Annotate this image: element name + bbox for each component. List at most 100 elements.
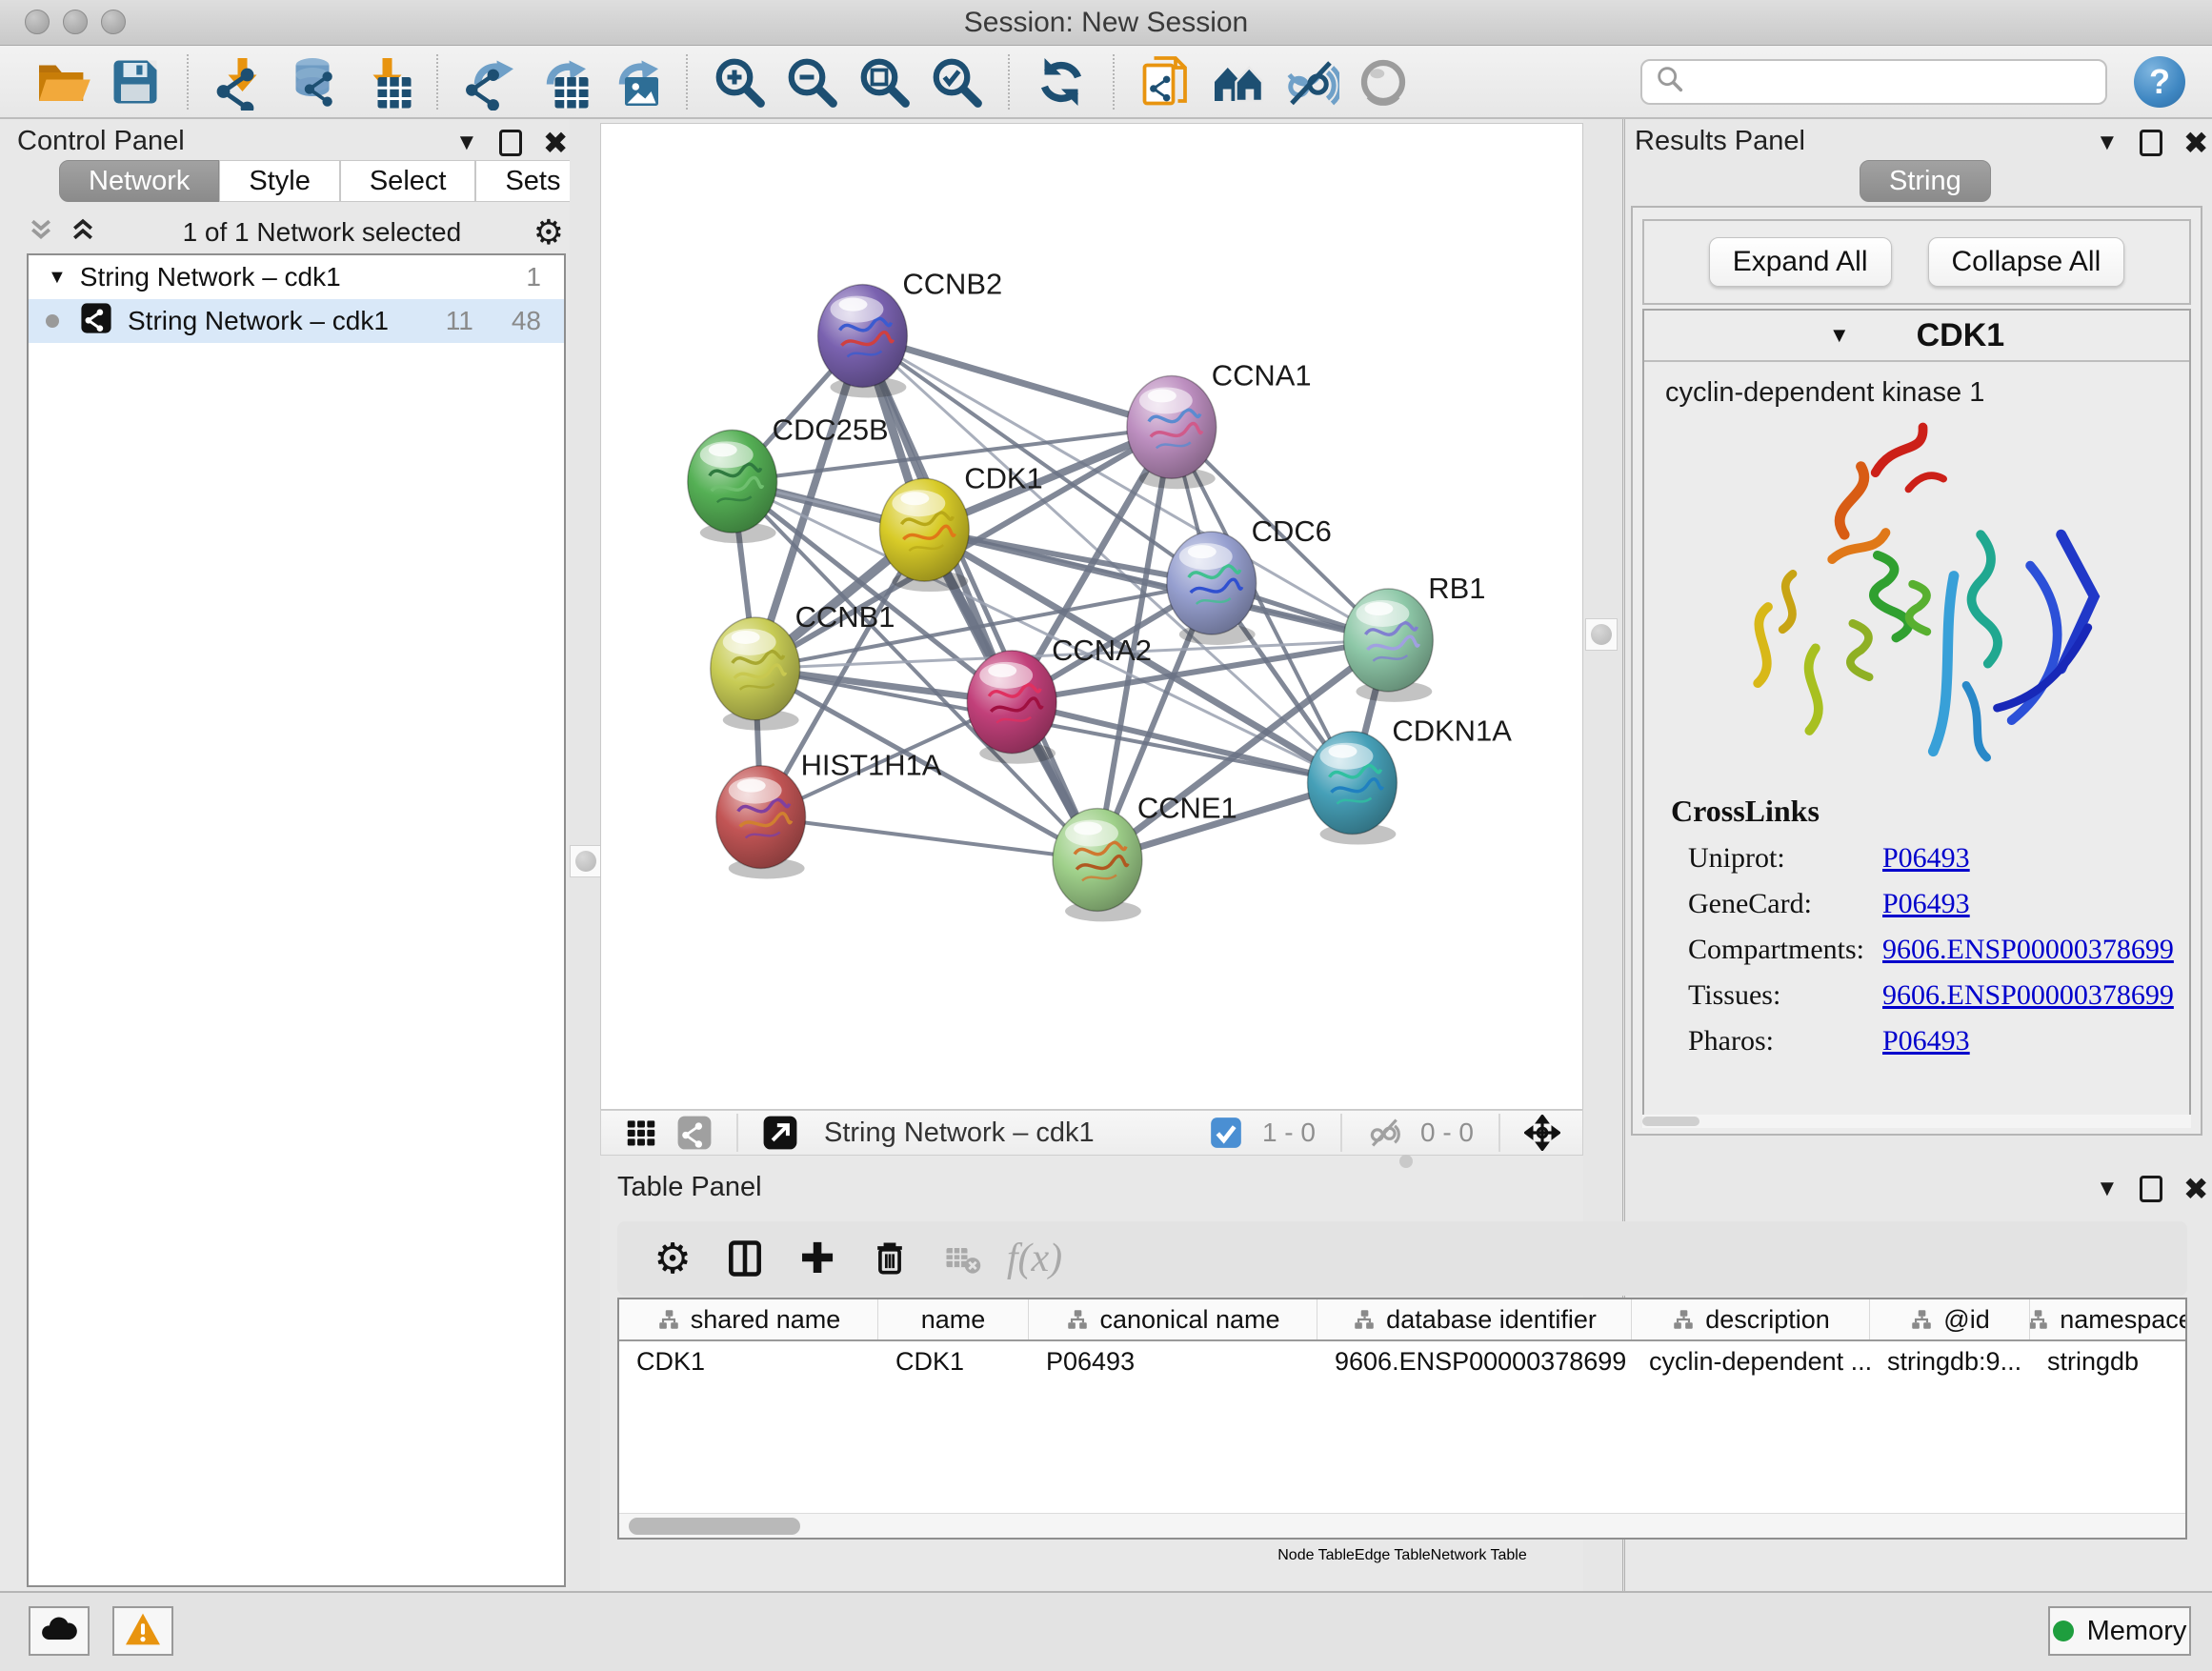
network-tree-child-row[interactable]: String Network – cdk1 11 48	[29, 299, 564, 343]
gene-collapse-icon[interactable]: ▼	[1829, 323, 1850, 348]
column-header-canonicalname[interactable]: canonical name	[1029, 1299, 1317, 1339]
results-panel-collapse-icon[interactable]: ▼	[2096, 131, 2119, 154]
search-input[interactable]	[1686, 67, 2094, 97]
column-header-databaseidentifier[interactable]: database identifier	[1317, 1299, 1632, 1339]
grid-view-icon[interactable]	[622, 1114, 660, 1152]
open-folder-icon[interactable]	[32, 51, 93, 112]
horizontal-splitter-handle[interactable]	[1393, 1157, 1419, 1168]
zoom-selected-icon[interactable]	[926, 51, 987, 112]
selected-checkbox-icon[interactable]	[1207, 1114, 1245, 1152]
cloud-status-button[interactable]	[29, 1606, 90, 1656]
column-header-namespace[interactable]: namespace	[2030, 1299, 2187, 1339]
crosslink-link[interactable]: P06493	[1882, 842, 1970, 875]
tab-edge-table[interactable]: Edge Table	[1355, 1547, 1431, 1564]
control-panel-collapse-icon[interactable]: ▼	[455, 131, 478, 154]
function-builder-icon: f(x)	[1010, 1234, 1059, 1283]
zoom-out-icon[interactable]	[781, 51, 842, 112]
node-CDC6[interactable]	[1167, 532, 1257, 645]
import-table-icon[interactable]	[354, 51, 415, 112]
help-button[interactable]: ?	[2134, 56, 2185, 108]
node-CDKN1A[interactable]	[1308, 732, 1398, 845]
zoom-in-icon[interactable]	[709, 51, 770, 112]
tree-collapse-icon[interactable]: ▼	[48, 267, 67, 289]
network-options-gear-icon[interactable]: ⚙	[533, 212, 564, 252]
table-cell[interactable]: CDK1	[619, 1341, 878, 1383]
tab-string[interactable]: String	[1860, 160, 1991, 202]
crosslink-link[interactable]: P06493	[1882, 1025, 1970, 1057]
table-row[interactable]: CDK1CDK1P064939606.ENSP00000378699cyclin…	[619, 1341, 2185, 1383]
table-settings-gear-icon[interactable]: ⚙	[648, 1234, 697, 1283]
network-tree-root-row[interactable]: ▼ String Network – cdk1 1	[29, 255, 564, 299]
control-panel-close-icon[interactable]: ✖	[543, 128, 569, 158]
table-cell[interactable]: stringdb:9...	[1870, 1341, 2030, 1383]
table-cell[interactable]: CDK1	[878, 1341, 1029, 1383]
column-header-name[interactable]: name	[878, 1299, 1029, 1339]
expand-all-networks-icon[interactable]	[69, 215, 97, 251]
delete-column-icon[interactable]	[865, 1234, 915, 1283]
table-cell[interactable]: P06493	[1029, 1341, 1317, 1383]
string-home-icon[interactable]	[1208, 51, 1269, 112]
table-panel-close-icon[interactable]: ✖	[2183, 1174, 2209, 1204]
import-network-icon[interactable]	[210, 51, 271, 112]
expand-all-button[interactable]: Expand All	[1709, 237, 1892, 287]
save-icon[interactable]	[105, 51, 166, 112]
right-splitter-handle[interactable]	[1585, 618, 1618, 651]
open-in-new-window-icon[interactable]	[761, 1114, 799, 1152]
zoom-fit-icon[interactable]	[854, 51, 915, 112]
crosslink-link[interactable]: P06493	[1882, 888, 1970, 920]
table-panel-float-icon[interactable]	[2140, 1176, 2162, 1202]
collapse-all-button[interactable]: Collapse All	[1928, 237, 2125, 287]
network-graph[interactable]: CCNB2CCNA1CDC25BCDK1CDC6RB1CCNB1CCNA2CDK…	[601, 124, 1582, 1109]
node-CCNB1[interactable]	[711, 617, 800, 731]
edge-HIST1H1A-CCNE1[interactable]	[761, 817, 1097, 860]
node-CCNB2[interactable]	[818, 285, 908, 398]
network-view-canvas[interactable]: CCNB2CCNA1CDC25BCDK1CDC6RB1CCNB1CCNA2CDK…	[600, 123, 1583, 1110]
node-CCNE1[interactable]	[1053, 809, 1142, 922]
results-scrollbar[interactable]	[1642, 1115, 2191, 1128]
node-CDC25B[interactable]	[688, 430, 777, 543]
column-header-id[interactable]: @id	[1870, 1299, 2030, 1339]
table-cell[interactable]: cyclin-dependent ...	[1632, 1341, 1870, 1383]
table-cell[interactable]: stringdb	[2030, 1341, 2187, 1383]
crosslink-link[interactable]: 9606.ENSP00000378699	[1882, 934, 2174, 966]
tab-node-table[interactable]: Node Table	[1277, 1547, 1355, 1564]
tab-select[interactable]: Select	[340, 160, 476, 202]
memory-button[interactable]: Memory	[2048, 1606, 2191, 1656]
gene-section-header[interactable]: ▼ CDK1	[1644, 311, 2189, 362]
pan-crosshair-icon[interactable]	[1523, 1114, 1561, 1152]
export-image-icon[interactable]	[604, 51, 665, 112]
import-database-icon[interactable]	[282, 51, 343, 112]
node-CCNA1[interactable]	[1127, 375, 1217, 489]
table-horizontal-scrollbar[interactable]	[619, 1513, 2185, 1538]
collapse-all-networks-icon[interactable]	[27, 215, 55, 251]
export-table-icon[interactable]	[532, 51, 593, 112]
edge-CCNB2-CCNA1[interactable]	[862, 336, 1171, 428]
show-columns-icon[interactable]	[720, 1234, 770, 1283]
left-splitter[interactable]	[570, 119, 600, 1591]
export-network-icon[interactable]	[459, 51, 520, 112]
node-HIST1H1A[interactable]	[716, 766, 806, 879]
results-panel-float-icon[interactable]	[2140, 130, 2162, 156]
results-scroll-thumb[interactable]	[1642, 1117, 1699, 1126]
table-cell[interactable]: 9606.ENSP00000378699	[1317, 1341, 1632, 1383]
hide-glasses-icon[interactable]	[1280, 51, 1341, 112]
column-header-description[interactable]: description	[1632, 1299, 1870, 1339]
tab-network[interactable]: Network	[59, 160, 219, 202]
node-CDK1[interactable]	[879, 478, 969, 592]
tab-network-table[interactable]: Network Table	[1431, 1547, 1527, 1564]
search-box[interactable]	[1640, 59, 2107, 105]
left-splitter-handle[interactable]	[570, 845, 602, 877]
column-header-sharedname[interactable]: shared name	[619, 1299, 878, 1339]
node-CCNA2[interactable]	[967, 651, 1056, 764]
table-panel-collapse-icon[interactable]: ▼	[2096, 1178, 2119, 1200]
crosslink-link[interactable]: 9606.ENSP00000378699	[1882, 979, 2174, 1012]
results-panel-close-icon[interactable]: ✖	[2183, 128, 2209, 158]
table-scroll-thumb[interactable]	[629, 1518, 800, 1535]
node-RB1[interactable]	[1343, 589, 1433, 702]
control-panel-float-icon[interactable]	[499, 130, 522, 156]
tab-style[interactable]: Style	[219, 160, 339, 202]
warnings-button[interactable]	[112, 1606, 173, 1656]
share-document-icon[interactable]	[1136, 51, 1196, 112]
refresh-icon[interactable]	[1031, 51, 1092, 112]
add-column-icon[interactable]: ✚	[793, 1234, 842, 1283]
